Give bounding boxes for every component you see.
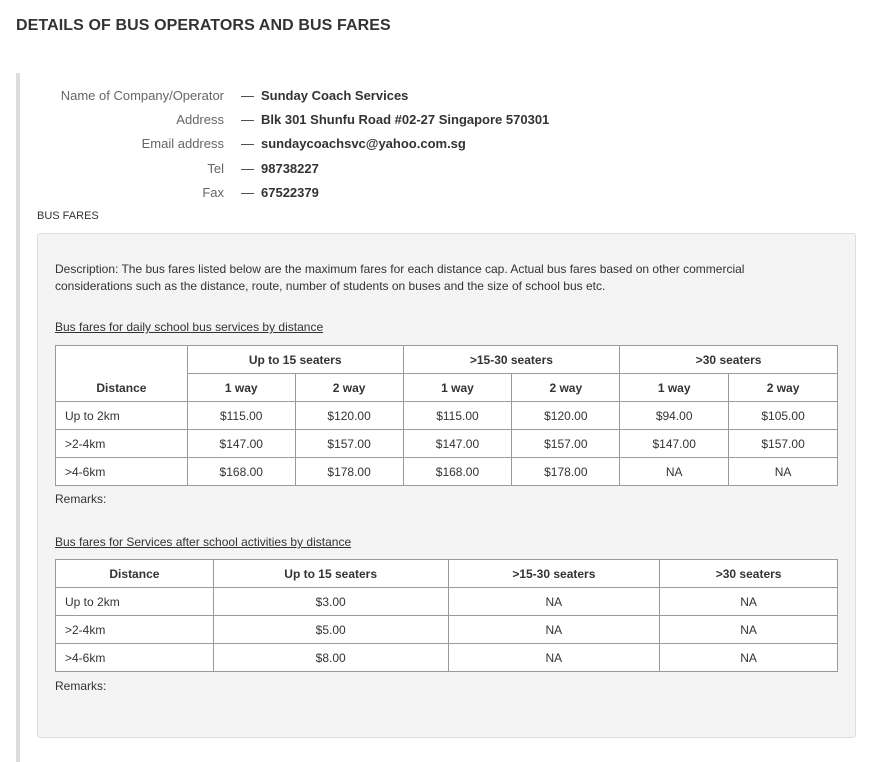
fare-cell: $178.00 [294, 457, 404, 486]
distance-header: Distance [55, 345, 188, 402]
page-title: DETAILS OF BUS OPERATORS AND BUS FARES [16, 17, 391, 34]
group-header: Up to 15 seaters [186, 345, 404, 374]
dash: — [241, 88, 254, 103]
after-school-fares-heading[interactable]: Bus fares for Services after school acti… [55, 535, 351, 549]
fare-cell: $115.00 [402, 401, 513, 430]
address-value: Blk 301 Shunfu Road #02-27 Singapore 570… [261, 112, 550, 127]
fare-cell: NA [447, 587, 661, 616]
fare-cell: NA [619, 457, 730, 486]
fare-cell: $8.00 [212, 643, 449, 672]
fare-cell: $147.00 [619, 429, 730, 458]
fax-value: 67522379 [261, 185, 319, 200]
fare-cell: $120.00 [294, 401, 404, 430]
group-header: Up to 15 seaters [212, 559, 449, 588]
trip-header: 2 way [294, 373, 404, 402]
dash: — [241, 136, 254, 151]
bus-fares-label: BUS FARES [37, 210, 99, 222]
daily-fares-table: Distance Up to 15 seaters >15-30 seaters… [55, 345, 838, 486]
operator-name-row: Name of Company/Operator — Sunday Coach … [0, 86, 886, 106]
group-header: >30 seaters [619, 345, 838, 374]
fare-cell: $157.00 [728, 429, 838, 458]
table-row: Up to 2km $115.00 $120.00 $115.00 $120.0… [55, 401, 838, 430]
trip-header: 1 way [402, 373, 513, 402]
daily-remarks: Remarks: [55, 492, 107, 506]
trip-header: 1 way [619, 373, 730, 402]
dash: — [241, 161, 254, 176]
distance-cell: >2-4km [55, 429, 188, 458]
fare-cell: NA [659, 587, 838, 616]
operator-name-value: Sunday Coach Services [261, 88, 409, 103]
distance-cell: >2-4km [55, 615, 214, 644]
distance-header: Distance [55, 559, 214, 588]
table-row: Up to 2km $3.00 NA NA [55, 587, 838, 616]
fare-cell: NA [659, 643, 838, 672]
group-header: >30 seaters [659, 559, 838, 588]
fare-cell: NA [447, 643, 661, 672]
address-label: Address [176, 112, 224, 127]
fax-row: Fax — 67522379 [0, 183, 886, 203]
fare-cell: $105.00 [728, 401, 838, 430]
tel-row: Tel — 98738227 [0, 159, 886, 179]
distance-cell: Up to 2km [55, 587, 214, 616]
group-header: >15-30 seaters [447, 559, 661, 588]
fare-cell: NA [728, 457, 838, 486]
fare-cell: $120.00 [511, 401, 621, 430]
trip-header: 1 way [186, 373, 296, 402]
table-header-row: Distance Up to 15 seaters >15-30 seaters… [55, 345, 838, 402]
table-row: >2-4km $147.00 $157.00 $147.00 $157.00 $… [55, 429, 838, 458]
fare-cell: NA [659, 615, 838, 644]
tel-label: Tel [207, 161, 224, 176]
distance-cell: >4-6km [55, 643, 214, 672]
fare-cell: $94.00 [619, 401, 730, 430]
table-row: >4-6km $168.00 $178.00 $168.00 $178.00 N… [55, 457, 838, 486]
address-row: Address — Blk 301 Shunfu Road #02-27 Sin… [0, 110, 886, 130]
fare-cell: $168.00 [402, 457, 513, 486]
distance-cell: Up to 2km [55, 401, 188, 430]
table-row: >2-4km $5.00 NA NA [55, 615, 838, 644]
operator-name-label: Name of Company/Operator [60, 88, 224, 103]
fare-cell: $178.00 [511, 457, 621, 486]
email-label: Email address [141, 136, 224, 151]
after-school-fares-table: Distance Up to 15 seaters >15-30 seaters… [55, 559, 838, 672]
group-header: >15-30 seaters [402, 345, 621, 374]
fare-cell: $115.00 [186, 401, 296, 430]
fare-cell: $147.00 [402, 429, 513, 458]
fare-cell: $168.00 [186, 457, 296, 486]
fax-label: Fax [202, 185, 224, 200]
fare-cell: $5.00 [212, 615, 449, 644]
fare-cell: $157.00 [511, 429, 621, 458]
trip-header: 2 way [728, 373, 838, 402]
fare-cell: $3.00 [212, 587, 449, 616]
fare-cell: $147.00 [186, 429, 296, 458]
dash: — [241, 185, 254, 200]
email-value: sundaycoachsvc@yahoo.com.sg [261, 136, 466, 151]
after-school-remarks: Remarks: [55, 679, 107, 693]
fare-cell: NA [447, 615, 661, 644]
dash: — [241, 112, 254, 127]
tel-value: 98738227 [261, 161, 319, 176]
table-row: >4-6km $8.00 NA NA [55, 643, 838, 672]
fares-description: Description: The bus fares listed below … [55, 262, 745, 293]
daily-fares-heading[interactable]: Bus fares for daily school bus services … [55, 320, 323, 334]
distance-cell: >4-6km [55, 457, 188, 486]
fare-cell: $157.00 [294, 429, 404, 458]
table-header-row: Distance Up to 15 seaters >15-30 seaters… [55, 559, 838, 588]
trip-header: 2 way [511, 373, 621, 402]
email-row: Email address — sundaycoachsvc@yahoo.com… [0, 134, 886, 154]
